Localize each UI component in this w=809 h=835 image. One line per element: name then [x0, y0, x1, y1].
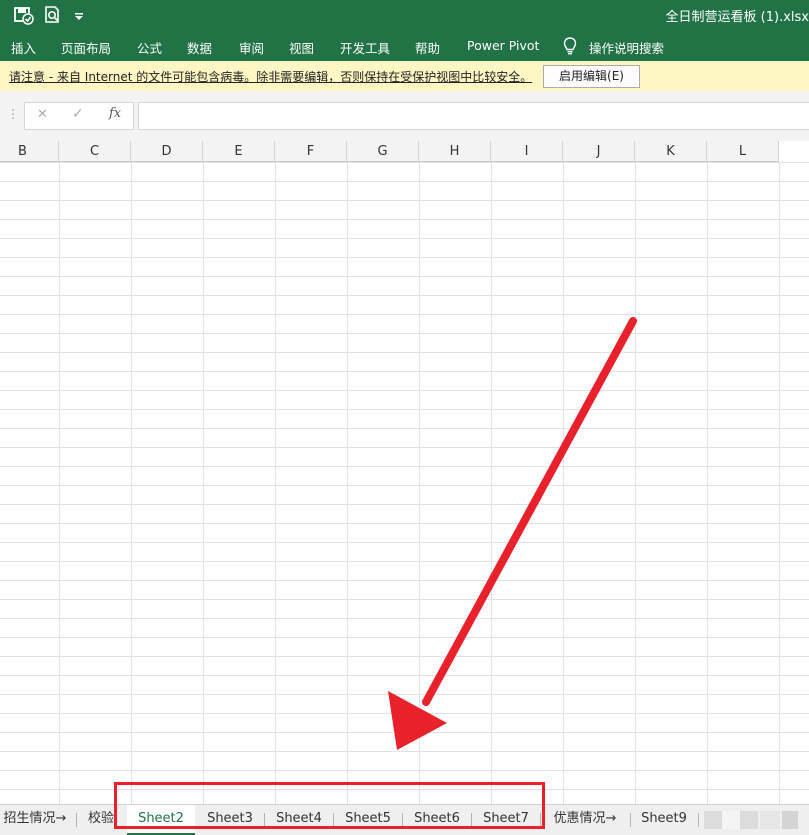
annotation-highlight-box — [114, 782, 545, 829]
tab-view[interactable]: 视图 — [289, 38, 314, 57]
title-bar: 全日制营运看板 (1).xlsx — [0, 0, 809, 30]
scroll-thumb[interactable] — [760, 811, 780, 829]
formula-buttons: ✕ ✓ fx — [24, 102, 134, 130]
tab-power-pivot[interactable]: Power Pivot — [467, 38, 539, 53]
enable-editing-button[interactable]: 启用编辑(E) — [543, 65, 640, 88]
scroll-thumb[interactable] — [722, 811, 740, 829]
sheet-tab-sheet9[interactable]: Sheet9 — [634, 805, 694, 834]
enter-icon[interactable]: ✓ — [72, 106, 84, 122]
protected-view-message: 请注意 - 来自 Internet 的文件可能包含病毒。除非需要编辑，否则保持在… — [9, 70, 533, 84]
column-header-g[interactable]: G — [347, 141, 419, 162]
scroll-thumb[interactable] — [782, 811, 798, 829]
ribbon-tabs: 插入 页面布局 公式 数据 审阅 视图 开发工具 帮助 Power Pivot … — [0, 30, 809, 61]
scroll-thumb[interactable] — [704, 811, 722, 829]
tab-separator — [698, 813, 699, 827]
column-header-b[interactable]: B — [0, 141, 59, 162]
formula-bar-grip-icon: ⋮ — [7, 107, 19, 121]
insert-function-icon[interactable]: fx — [109, 106, 121, 121]
tell-me-search[interactable]: 操作说明搜索 — [589, 38, 664, 57]
tab-insert[interactable]: 插入 — [11, 38, 36, 57]
tab-developer[interactable]: 开发工具 — [340, 38, 390, 57]
tab-separator — [76, 813, 77, 827]
formula-input[interactable] — [138, 102, 809, 130]
tab-separator — [630, 813, 631, 827]
column-header-d[interactable]: D — [131, 141, 203, 162]
column-header-e[interactable]: E — [203, 141, 275, 162]
column-header-f[interactable]: F — [275, 141, 347, 162]
scroll-thumb[interactable] — [740, 811, 758, 829]
cell-grid[interactable] — [0, 162, 809, 804]
sheet-tab-discount[interactable]: 优惠情况→ — [545, 805, 625, 834]
tab-formulas[interactable]: 公式 — [137, 38, 162, 57]
column-header-i[interactable]: I — [491, 141, 563, 162]
customize-qat-icon[interactable] — [72, 5, 86, 25]
column-header-l[interactable]: L — [707, 141, 779, 162]
document-title: 全日制营运看板 (1).xlsx — [665, 10, 809, 25]
tab-help[interactable]: 帮助 — [415, 38, 440, 57]
tab-data[interactable]: 数据 — [187, 38, 212, 57]
save-icon[interactable] — [13, 5, 35, 25]
tab-page-layout[interactable]: 页面布局 — [61, 38, 111, 57]
column-header-c[interactable]: C — [59, 141, 131, 162]
column-header-k[interactable]: K — [635, 141, 707, 162]
lightbulb-icon — [563, 37, 577, 55]
sheet-tab-enrollment[interactable]: 招生情况→ — [0, 805, 70, 834]
tab-review[interactable]: 审阅 — [239, 38, 264, 57]
column-header-j[interactable]: J — [563, 141, 635, 162]
column-header-h[interactable]: H — [419, 141, 491, 162]
print-preview-icon[interactable] — [43, 5, 65, 25]
protected-view-bar: 请注意 - 来自 Internet 的文件可能包含病毒。除非需要编辑，否则保持在… — [0, 61, 809, 92]
cancel-icon[interactable]: ✕ — [37, 107, 48, 122]
